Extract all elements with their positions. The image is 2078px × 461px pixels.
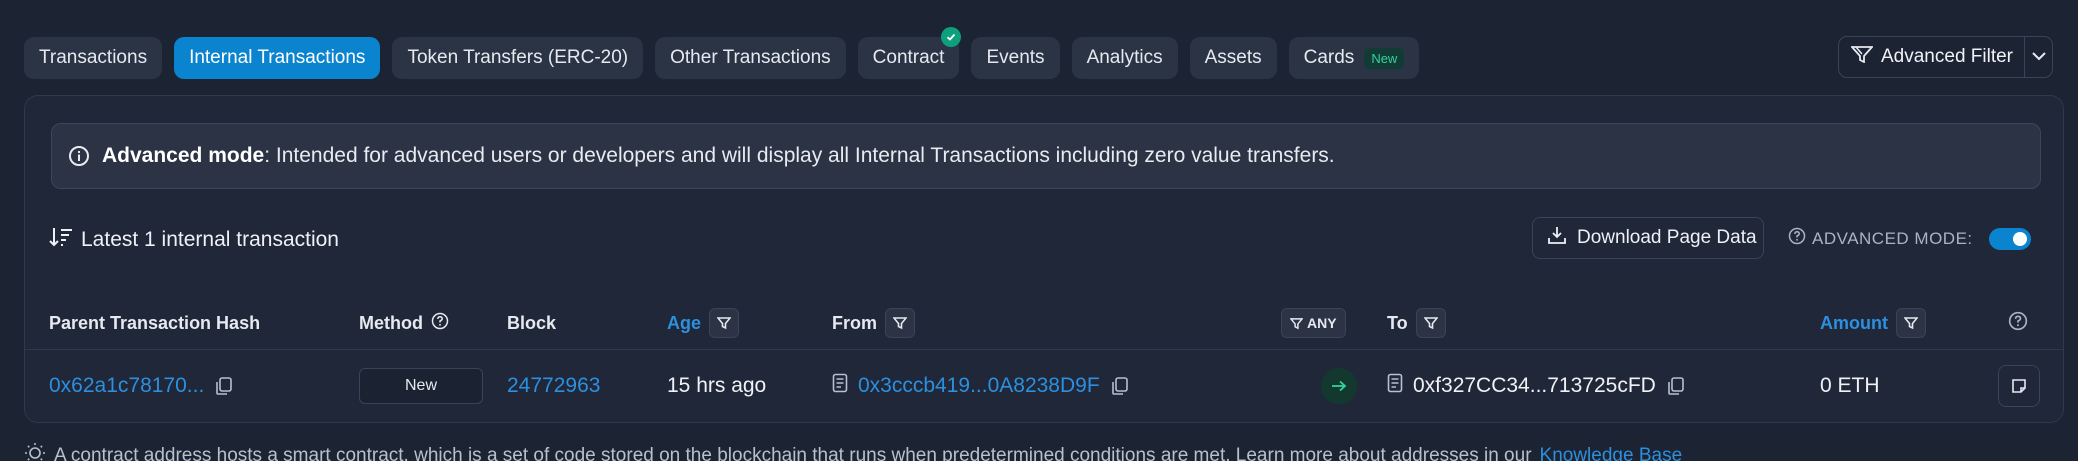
help-icon[interactable] [431,312,449,335]
help-icon[interactable] [1788,227,1806,250]
column-label: Block [507,312,557,333]
column-block: Block [507,301,556,345]
from-address-link[interactable]: 0x3cccb419...0A8238D9F [858,374,1100,398]
verified-check-icon [941,27,962,47]
tab-other-transactions[interactable]: Other Transactions [655,37,846,79]
amount-sort-link[interactable]: Amount [1820,313,1888,334]
parent-hash-link[interactable]: 0x62a1c78170... [49,374,204,398]
cell-from: 0x3cccb419...0A8238D9F [832,350,1130,422]
table-row: 0x62a1c78170... New 24772963 15 hrs ago … [25,350,2063,422]
from-filter-button[interactable] [885,308,915,338]
contract-doc-icon [1387,373,1403,399]
tab-label: Contract [872,47,945,68]
tab-events[interactable]: Events [971,37,1060,79]
to-address: 0xf327CC34...713725cFD [1413,374,1656,397]
cell-direction [1321,350,1357,422]
chevron-down-icon [2031,48,2047,66]
advanced-filter-dropdown[interactable] [2025,37,2052,77]
tab-label: Analytics [1086,47,1163,68]
tab-assets[interactable]: Assets [1189,37,1277,79]
alert-title: Advanced mode [102,144,265,167]
download-icon [1547,225,1567,251]
download-page-data-button[interactable]: Download Page Data [1532,217,1764,259]
tab-label: Cards [1303,47,1355,68]
tab-contract[interactable]: Contract [857,27,962,79]
new-badge: New [1364,47,1405,69]
info-icon [68,145,90,167]
cell-action [1998,350,2040,422]
column-direction: ANY [1281,301,1346,345]
download-label: Download Page Data [1577,227,1757,248]
column-age: Age [667,301,740,345]
advanced-filter-button[interactable]: Advanced Filter [1839,37,2025,77]
tab-label: Transactions [39,47,148,68]
transaction-summary: Latest 1 internal transaction [49,226,339,254]
knowledge-base-link[interactable]: Knowledge Base [1540,445,1683,461]
footer-text: A contract address hosts a smart contrac… [54,445,1532,461]
column-to: To [1387,301,1446,345]
tab-analytics[interactable]: Analytics [1071,37,1178,79]
cell-method: New [359,350,483,422]
tab-transactions[interactable]: Transactions [24,37,163,79]
age-sort-link[interactable]: Age [667,313,701,334]
tab-cards[interactable]: Cards New [1288,37,1420,79]
column-parent-hash: Parent Transaction Hash [49,301,260,345]
summary-text: Latest 1 internal transaction [81,228,339,251]
alert-text: : Intended for advanced users or develop… [264,144,1335,167]
direction-filter-button[interactable]: ANY [1281,308,1346,338]
direction-filter-label: ANY [1307,315,1337,331]
view-details-button[interactable] [1998,365,2040,407]
tab-internal-transactions[interactable]: Internal Transactions [174,37,381,79]
lightbulb-icon [24,442,46,461]
column-from: From [832,301,915,345]
column-help [2008,301,2028,345]
to-filter-button[interactable] [1415,308,1446,338]
advanced-mode-control: ADVANCED MODE: [1788,227,2031,250]
tab-label: Other Transactions [670,47,831,68]
sort-icon [49,226,73,254]
help-icon[interactable] [2008,311,2028,336]
advanced-mode-label: ADVANCED MODE: [1812,228,1973,248]
copy-icon[interactable] [1110,376,1130,396]
table-header: Parent Transaction Hash Method Block Age… [25,301,2063,345]
cell-age: 15 hrs ago [667,350,766,422]
age-value: 15 hrs ago [667,374,767,397]
column-label: Parent Transaction Hash [49,312,261,333]
amount-value: 0 ETH [1820,374,1880,397]
tab-label: Assets [1204,47,1262,68]
age-filter-button[interactable] [709,308,740,338]
tab-token-transfers[interactable]: Token Transfers (ERC-20) [392,37,644,79]
advanced-mode-toggle[interactable] [1988,227,2031,250]
block-link[interactable]: 24772963 [507,374,600,398]
column-amount: Amount [1820,301,1926,345]
tab-label: Token Transfers (ERC-20) [407,47,629,68]
tab-label: Events [986,47,1045,68]
internal-transactions-card: Advanced mode : Intended for advanced us… [24,95,2064,423]
copy-icon[interactable] [1666,376,1686,396]
copy-icon[interactable] [214,376,234,396]
method-badge: New [359,368,483,404]
advanced-filter-label: Advanced Filter [1881,46,2014,67]
column-label: Method [359,312,423,333]
cell-to: 0xf327CC34...713725cFD [1387,350,1686,422]
tab-bar: Transactions Internal Transactions Token… [24,27,1420,79]
column-label: To [1387,312,1408,333]
arrow-right-icon [1321,368,1357,404]
amount-filter-button[interactable] [1895,308,1926,338]
column-method: Method [359,301,449,345]
contract-doc-icon [832,373,848,399]
cell-amount: 0 ETH [1820,350,1880,422]
advanced-filter-control: Advanced Filter [1838,36,2053,78]
cell-block: 24772963 [507,350,600,422]
tab-label: Internal Transactions [189,47,366,68]
cell-parent-hash: 0x62a1c78170... [49,350,234,422]
column-label: From [832,312,877,333]
advanced-mode-alert: Advanced mode : Intended for advanced us… [51,123,2041,189]
footer-note: A contract address hosts a smart contrac… [24,442,1682,461]
advanced-filter-icon [1849,45,1875,69]
